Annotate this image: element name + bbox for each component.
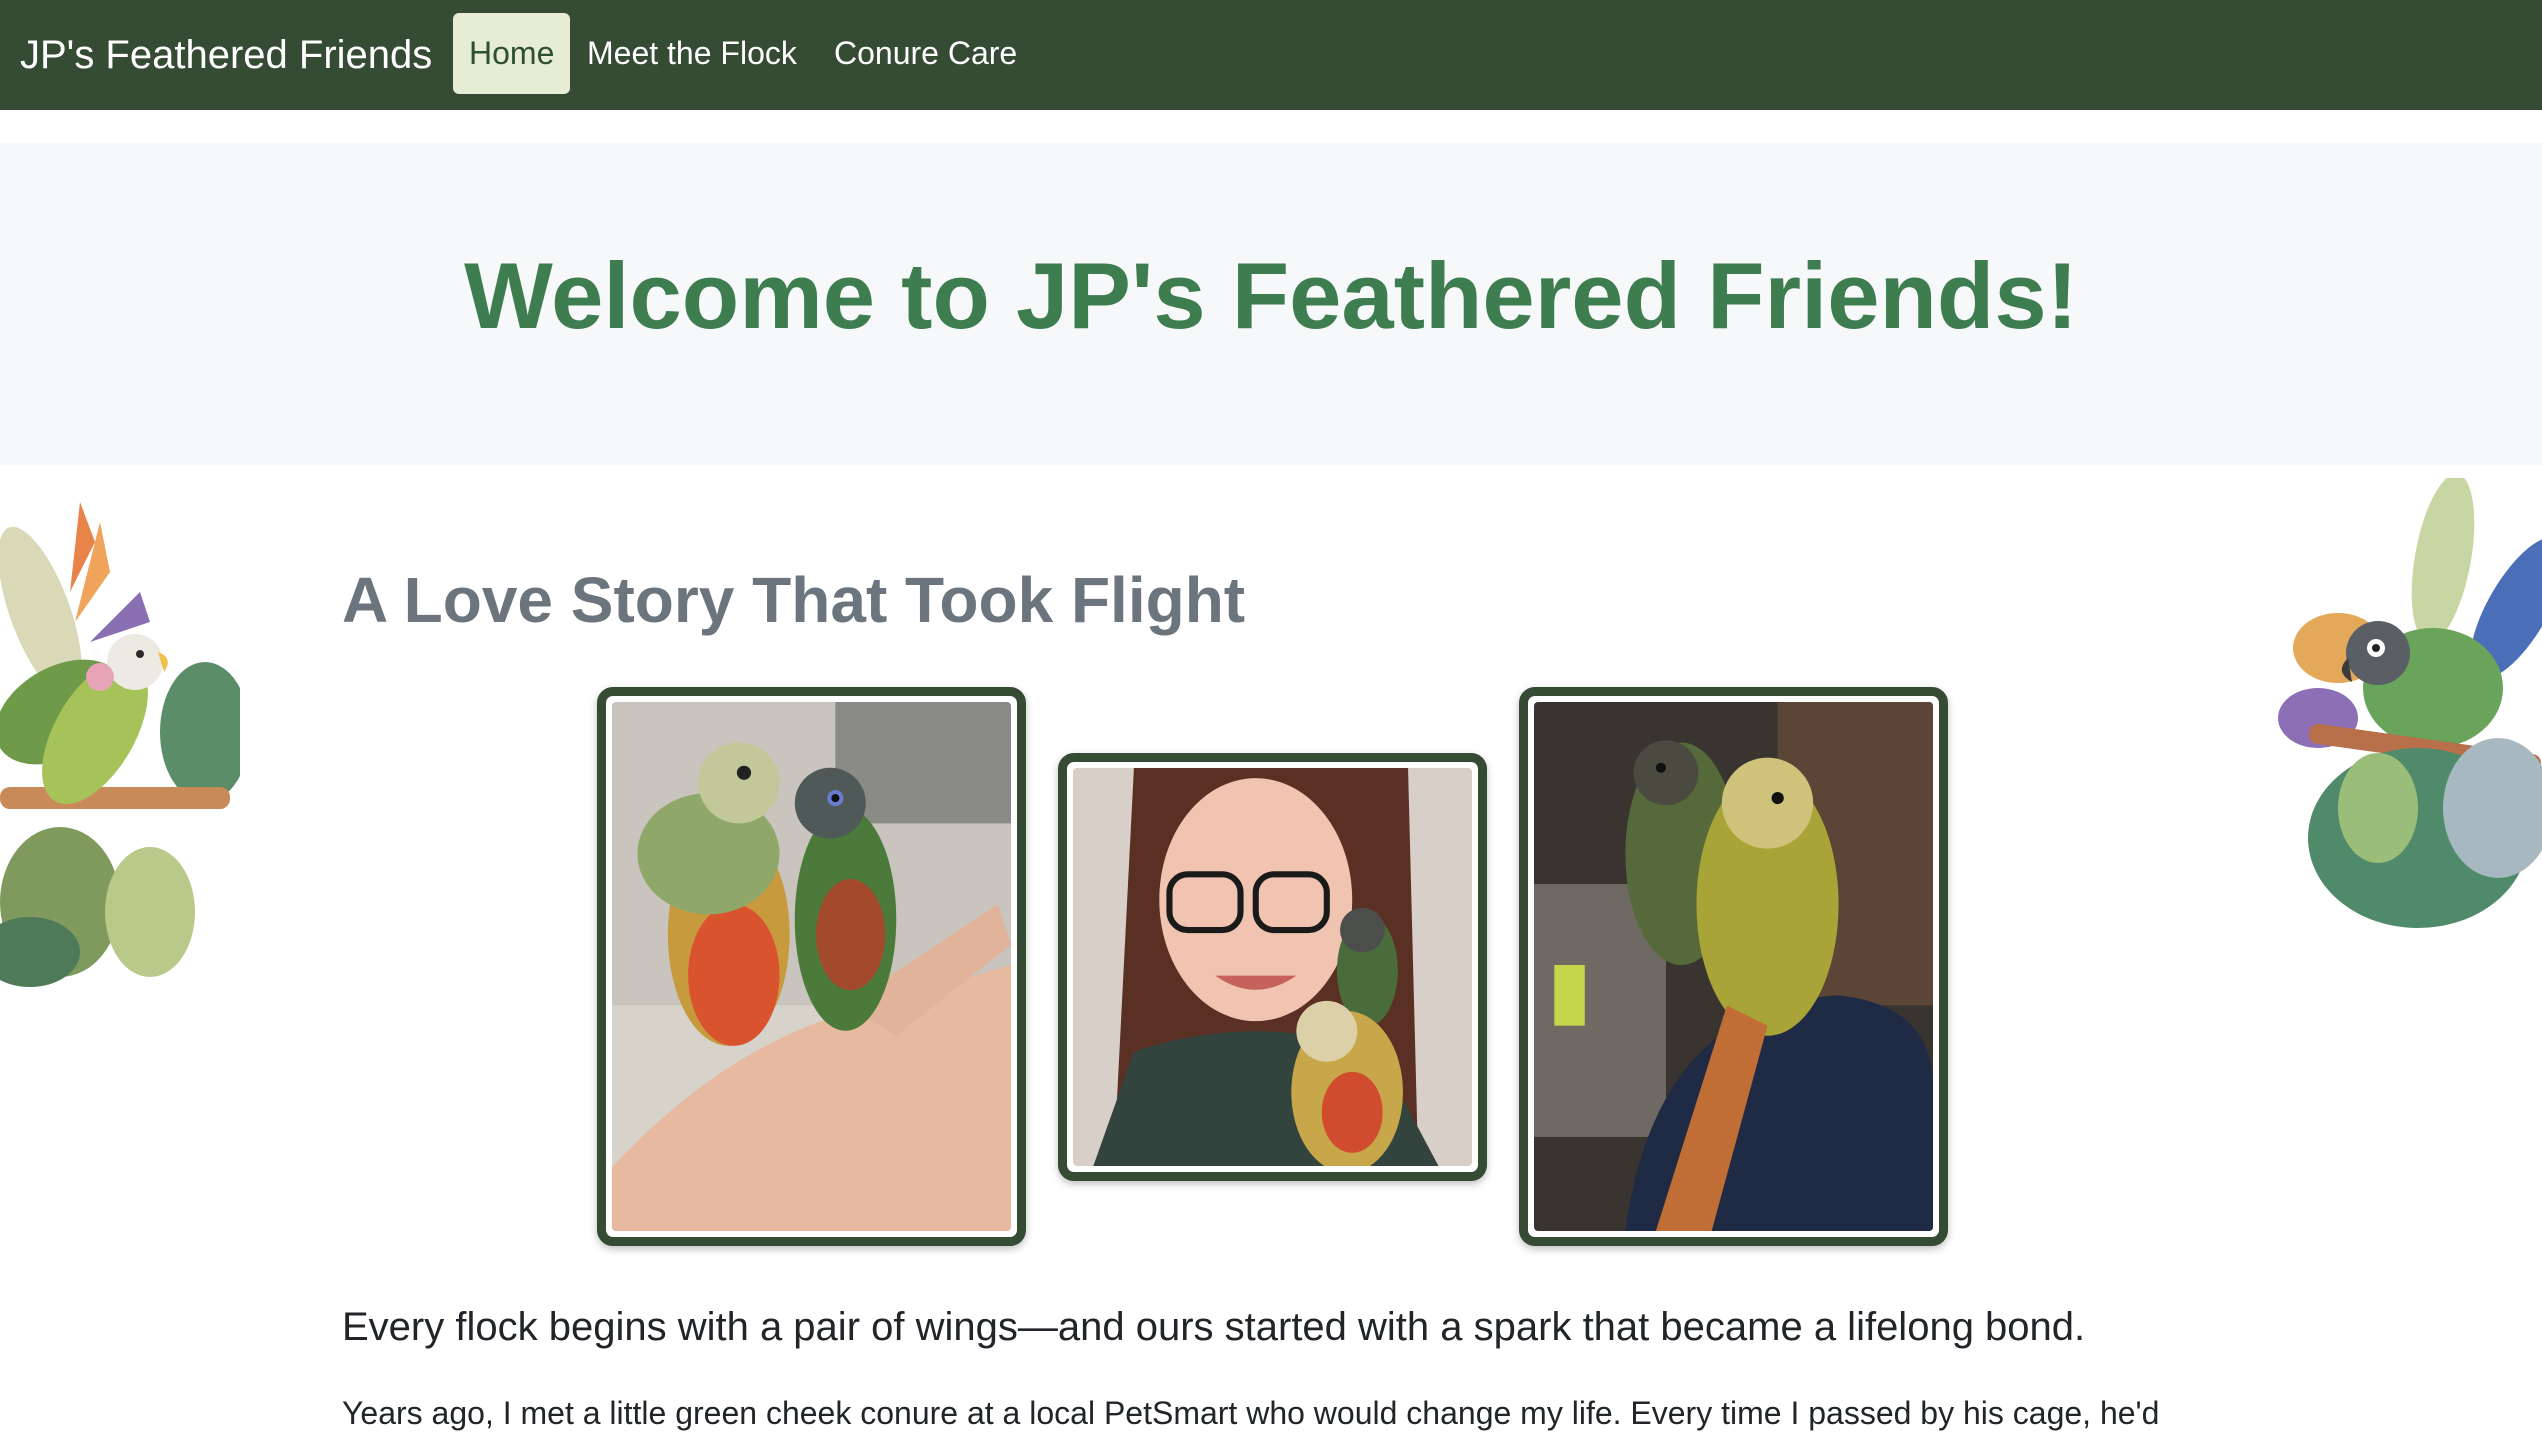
photo-two-conures-on-hand [597, 687, 1026, 1246]
story-paragraph: Years ago, I met a little green cheek co… [342, 1395, 2160, 1431]
hero-title: Welcome to JP's Feathered Friends! [464, 243, 2078, 348]
nav-link-home[interactable]: Home [453, 13, 571, 94]
lead-paragraph: Every flock begins with a pair of wings—… [342, 1305, 2086, 1349]
brand-link[interactable]: JP's Feathered Friends [20, 28, 432, 82]
section-heading: A Love Story That Took Flight [342, 564, 1246, 636]
parrot-leaves-illustration-left [0, 482, 250, 992]
photo-selfie-with-conures [1058, 753, 1487, 1181]
photo-two-conures-on-shoulder [1519, 687, 1948, 1246]
navbar: JP's Feathered Friends Home Meet the Flo… [0, 0, 2542, 110]
nav-link-conure-care[interactable]: Conure Care [834, 13, 1017, 94]
nav-link-meet-the-flock[interactable]: Meet the Flock [587, 13, 797, 94]
parrot-leaves-illustration-right [2268, 474, 2542, 948]
